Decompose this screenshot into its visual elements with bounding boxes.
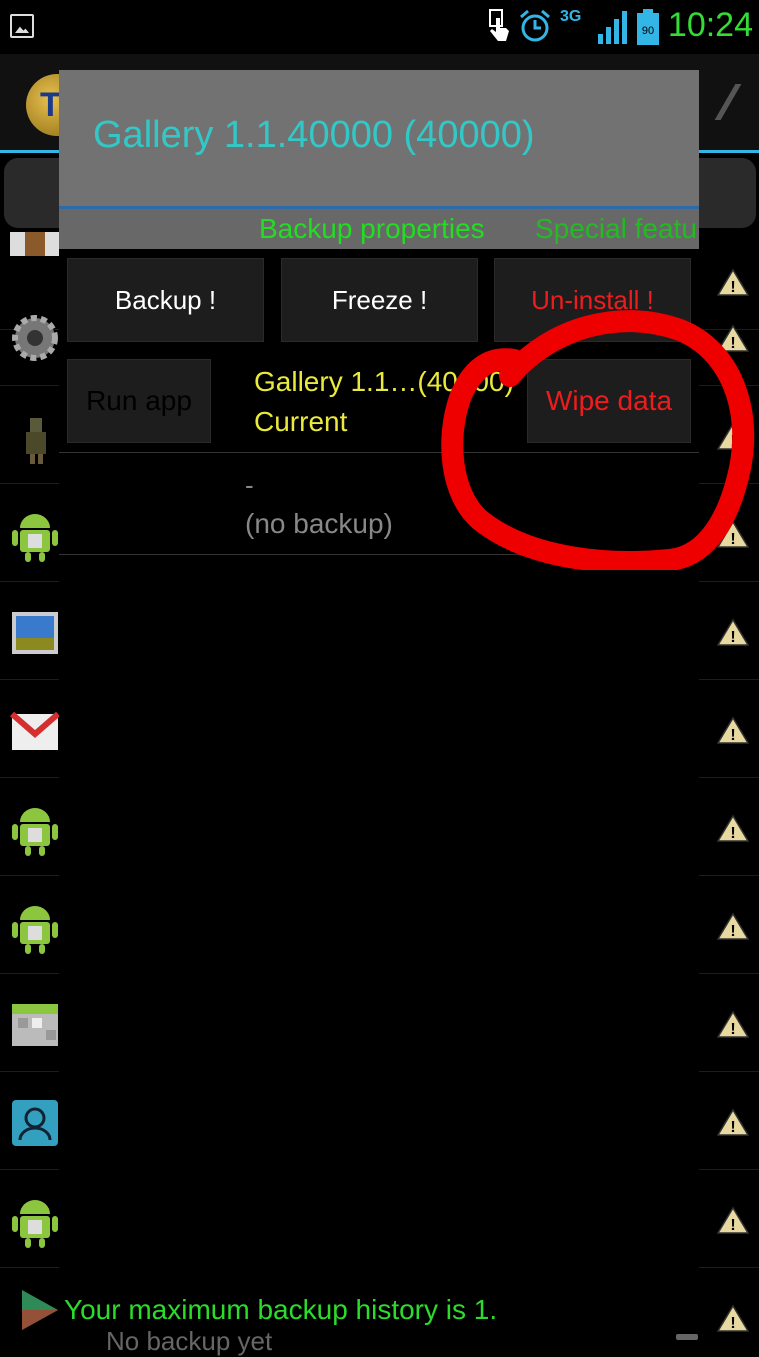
scroll-indicator [676,1334,698,1340]
touch-icon [489,9,509,41]
dialog-tabs: Backup properties Special featu [59,209,699,249]
backup-entry-dash: - [245,470,254,500]
run-app-button[interactable]: Run app [67,359,211,443]
clock: 10:24 [667,6,753,44]
android-icon [12,808,58,856]
svg-text:!: ! [730,1315,735,1332]
list-item-subtext: No backup yet [106,1326,273,1356]
android-icon [12,906,58,954]
character-icon [26,418,46,464]
svg-text:!: ! [730,629,735,646]
network-type-label: 3G [560,8,582,25]
svg-text:!: ! [730,1119,735,1136]
battery-level: 90 [642,25,654,37]
play-store-icon [22,1290,58,1330]
gmail-icon [10,711,60,750]
battery-icon: 90 [637,9,659,45]
app-details-dialog: Gallery 1.1.40000 (40000) Backup propert… [59,70,699,1350]
toast-message: Your maximum backup history is 1. [64,1294,498,1325]
signal-icon [598,11,627,44]
warning-icon: ! [717,1108,749,1136]
warning-icon: ! [717,618,749,646]
settings-icon [12,315,58,361]
drink-icon [10,232,60,256]
alarm-icon [520,9,550,42]
svg-text:!: ! [730,825,735,842]
android-icon [12,1200,58,1248]
android-icon [12,514,58,562]
backup-entry-text: (no backup) [245,508,393,539]
svg-text:!: ! [730,1217,735,1234]
warning-icon: ! [717,912,749,940]
dialog-titlebar: Gallery 1.1.40000 (40000) [59,70,699,209]
warning-icon: ! [717,1206,749,1234]
gallery-icon [12,612,58,654]
warning-icon: ! [717,716,749,744]
status-bar: 3G 90 10:24 [0,0,759,54]
svg-text:!: ! [730,923,735,940]
backup-button[interactable]: Backup ! [67,258,264,342]
dialog-title: Gallery 1.1.40000 (40000) [93,114,535,156]
calendar-icon [12,1004,58,1046]
red-annotation-circle [441,310,755,570]
svg-text:!: ! [730,727,735,744]
svg-text:!: ! [730,1021,735,1038]
warning-icon: ! [717,1010,749,1038]
contacts-icon [12,1100,58,1146]
tab-special-features[interactable]: Special featu [535,213,697,245]
warning-icon: ! [717,1304,749,1332]
current-version-status: Current [254,406,348,437]
warning-icon: ! [717,814,749,842]
tab-backup-properties[interactable]: Backup properties [259,213,485,245]
image-notification-icon [10,14,34,38]
